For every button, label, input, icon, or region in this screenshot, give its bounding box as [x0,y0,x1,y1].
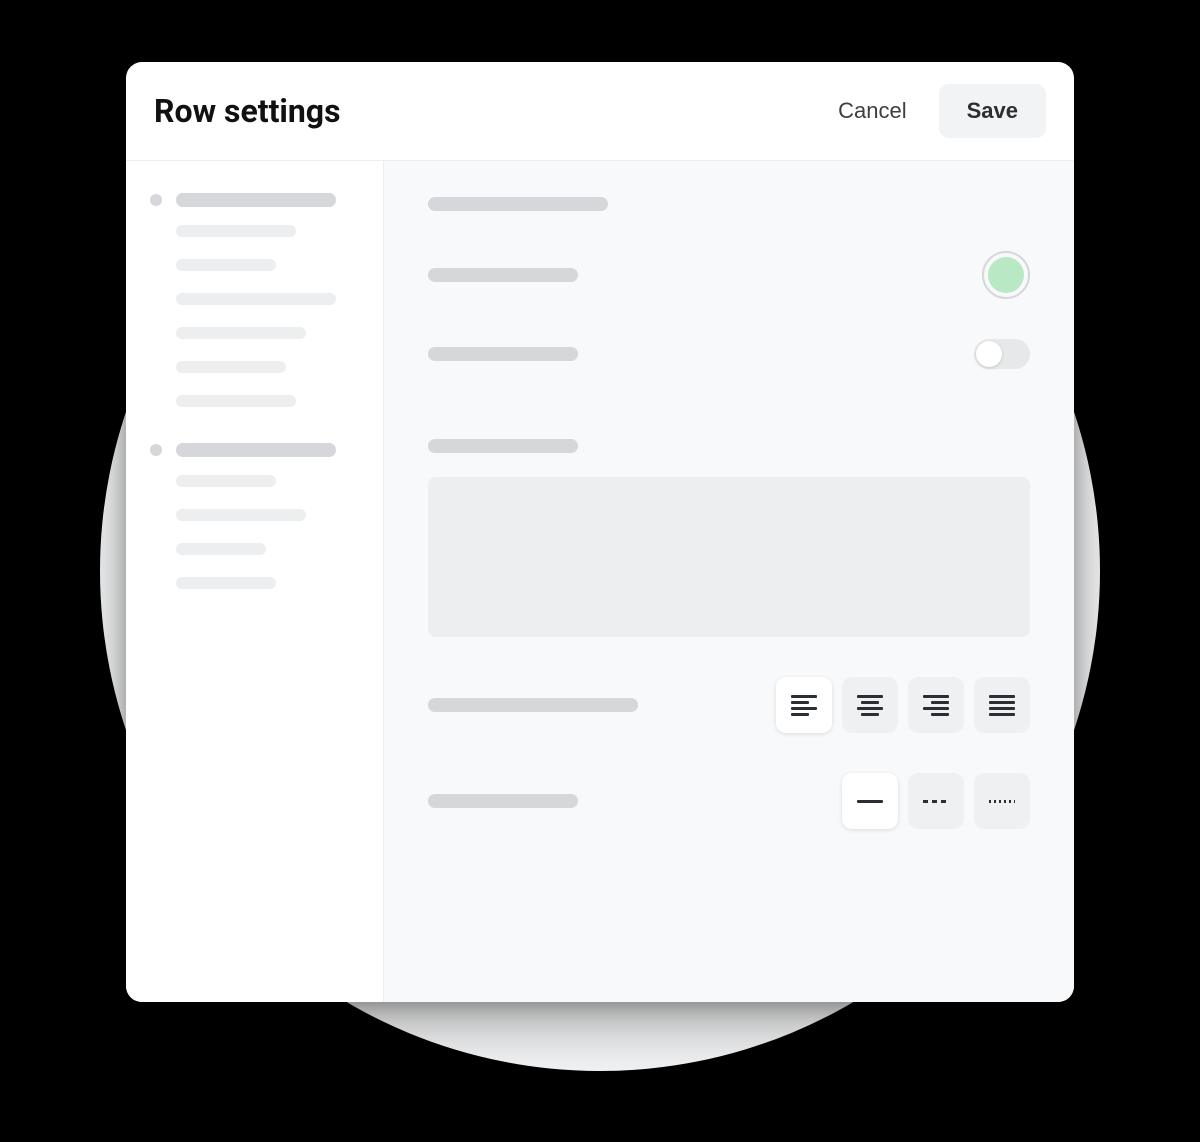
modal-title: Row settings [154,92,816,130]
cancel-button[interactable]: Cancel [816,84,928,138]
toggle-switch[interactable] [974,339,1030,369]
border-dashed-icon [923,800,949,803]
alignment-button-group [776,677,1030,733]
modal-body [126,161,1074,1002]
bullet-icon [150,194,162,206]
sidebar-item[interactable] [176,225,296,237]
align-right-button[interactable] [908,677,964,733]
border-style-button-group [842,773,1030,829]
color-row [428,251,1030,299]
sidebar-group [150,193,359,407]
align-center-button[interactable] [842,677,898,733]
align-left-button[interactable] [776,677,832,733]
sidebar-item[interactable] [176,293,336,305]
border-solid-icon [857,800,883,803]
textarea-input[interactable] [428,477,1030,637]
sidebar-item[interactable] [176,259,276,271]
field-label [428,698,638,712]
toggle-knob [976,341,1002,367]
settings-sidebar [126,161,384,1002]
sidebar-group-label [176,443,336,457]
sidebar-item[interactable] [176,395,296,407]
align-right-icon [923,695,949,716]
sidebar-item[interactable] [176,543,266,555]
row-settings-modal: Row settings Cancel Save [126,62,1074,1002]
save-button[interactable]: Save [939,84,1046,138]
sidebar-item[interactable] [176,577,276,589]
sidebar-item[interactable] [176,475,276,487]
sidebar-group [150,443,359,589]
color-swatch-button[interactable] [982,251,1030,299]
align-justify-button[interactable] [974,677,1030,733]
textarea-row [428,439,1030,637]
border-dotted-button[interactable] [974,773,1030,829]
sidebar-item[interactable] [176,327,306,339]
sidebar-group-label [176,193,336,207]
sidebar-group-header[interactable] [150,193,359,207]
border-solid-button[interactable] [842,773,898,829]
modal-header: Row settings Cancel Save [126,62,1074,161]
border-dashed-button[interactable] [908,773,964,829]
field-label [428,268,578,282]
alignment-row [428,677,1030,733]
align-justify-icon [989,695,1015,716]
align-left-icon [791,695,817,716]
sidebar-item[interactable] [176,509,306,521]
bullet-icon [150,444,162,456]
border-style-row [428,773,1030,829]
section-heading [428,197,608,211]
border-dotted-icon [989,800,1015,803]
sidebar-item[interactable] [176,361,286,373]
settings-content [384,161,1074,1002]
field-label [428,794,578,808]
color-swatch-fill [988,257,1024,293]
align-center-icon [857,695,883,716]
sidebar-group-header[interactable] [150,443,359,457]
field-label [428,347,578,361]
toggle-row [428,339,1030,369]
field-label [428,439,578,453]
